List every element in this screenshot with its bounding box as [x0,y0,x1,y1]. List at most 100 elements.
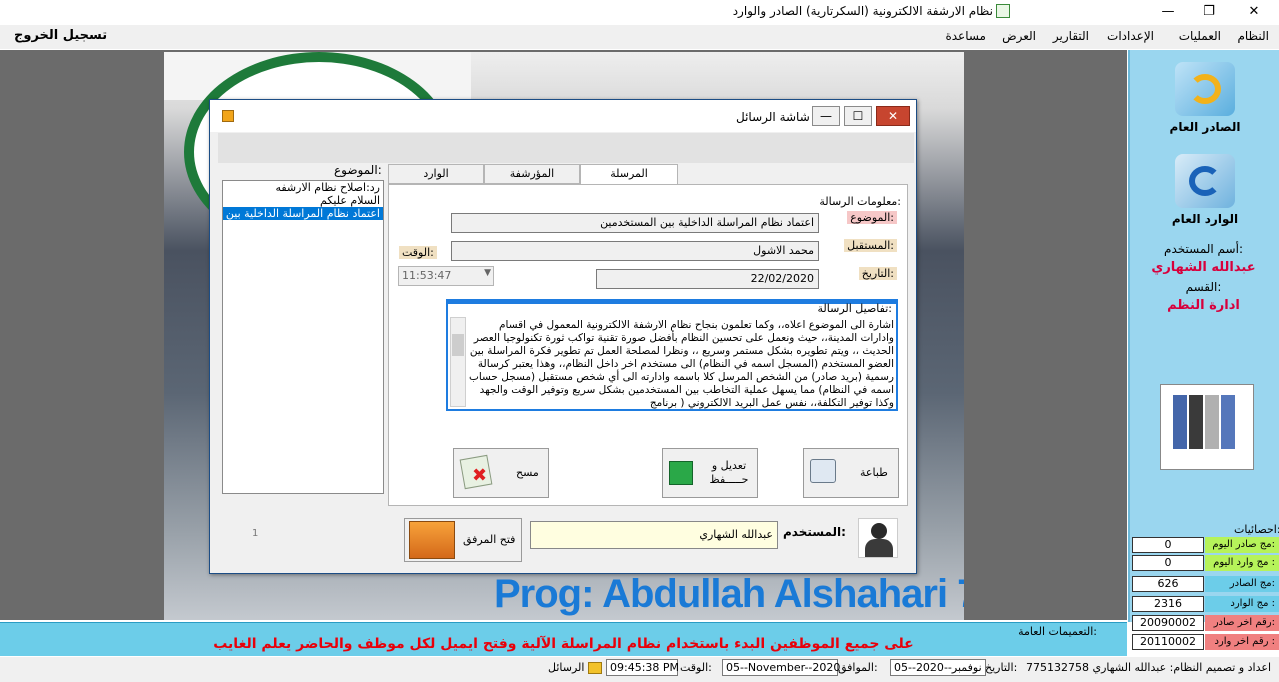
menu-reports[interactable]: التقارير [1053,29,1089,43]
incoming-arrow-icon [1175,154,1235,208]
open-attachment-label: فتح المرفق [463,533,516,546]
page-counter: 1 [252,528,259,539]
outgoing-button[interactable]: الصادر العام [1160,62,1250,140]
user-label: المستخدم: [783,525,846,539]
print-label: طباعة [860,466,888,479]
user-field[interactable]: عبدالله الشهاري [530,521,778,549]
stat-value-total-in: 2316 [1132,596,1204,612]
user-avatar-icon [858,518,898,558]
stat-label-total-out: مج الصادر: [1205,576,1279,592]
stat-label-total-in: مج الوارد : [1205,596,1279,612]
delete-button[interactable]: ✖ مسح [453,448,549,498]
dialog-header-band [218,133,914,163]
menu-bar: النظام العمليات الإعدادات التقارير العرض… [0,25,1279,49]
dialog-title-bar: شاشة الرسائل — ☐ ✕ [210,100,916,132]
time-picker[interactable]: 11:53:47 ▼ [398,266,494,286]
announcements-text: على جميع الموظفين البدء باستخدام نظام ال… [213,636,914,652]
stat-value-last-in: 20110002 [1132,634,1204,650]
open-attachment-button[interactable]: فتح المرفق [404,518,522,562]
details-scrollbar[interactable] [450,317,466,407]
print-button[interactable]: طباعة [803,448,899,498]
username-label: أسم المستخدم: [1164,242,1243,256]
app-icon [996,4,1010,18]
time-value: 09:45:38 PM [606,659,679,676]
menu-help[interactable]: مساعدة [945,29,986,43]
dialog-maximize-button[interactable]: ☐ [844,106,872,126]
stats-title: احصائيات: [1234,523,1279,536]
subject-field-label: الموضوع: [847,211,897,224]
mail-envelope-icon[interactable] [588,662,602,674]
date-field-label: التاريخ: [858,267,897,280]
department-label: القسم: [1185,280,1222,294]
minimize-button[interactable]: — [1146,2,1190,22]
attachment-icon [409,521,455,559]
subject-item[interactable]: رد:اصلاح نظام الارشفه [223,181,383,194]
announcements-bar: التعميمات العامة: على جميع الموظفين البد… [0,622,1127,656]
menu-operations[interactable]: العمليات [1179,29,1221,43]
subject-item-selected[interactable]: اعتماد نظام المراسلة الداخلية بين [223,207,383,220]
stat-label-last-in: رقم اخر وارد : [1205,634,1279,650]
details-box: تفاصيل الرسالة: اشارة الى الموضوع اعلاه،… [446,299,898,411]
edit-save-button[interactable]: تعديل و حـــــفظ [662,448,758,498]
receiver-label: المستقبل: [844,239,897,252]
tab-inbox[interactable]: الوارد [388,164,484,184]
equiv-date-value: 05--November--2020 [722,659,840,676]
date-value: 05--نوفمبر--2020 [890,659,986,676]
menu-settings[interactable]: الإعدادات [1107,29,1154,43]
restore-button[interactable]: ❐ [1187,2,1231,22]
date-label: التاريخ: [985,661,1018,674]
logout-button[interactable]: تسجيل الخروج [14,28,107,43]
messages-dialog: شاشة الرسائل — ☐ ✕ الموضوع: رد:اصلاح نظا… [209,99,917,574]
status-bar: اعداد و تصميم النظام: عبدالله الشهاري 77… [0,657,1279,682]
chevron-down-icon: ▼ [484,268,491,278]
credit-text: اعداد و تصميم النظام: عبدالله الشهاري 77… [1025,661,1271,674]
details-header: تفاصيل الرسالة: [448,301,896,315]
menu-system[interactable]: النظام [1237,29,1269,43]
subjects-list[interactable]: رد:اصلاح نظام الارشفه السلام عليكم اعتما… [222,180,384,494]
messages-link[interactable]: الرسائل [548,661,584,674]
department-value: ادارة النظم [1167,298,1240,313]
close-button[interactable]: ✕ [1232,2,1276,22]
dialog-app-icon [222,110,234,122]
stat-value-last-out: 20090002 [1132,615,1204,631]
tab-sent[interactable]: المرسلة [580,164,678,185]
incoming-label: الوارد العام [1171,212,1239,226]
time-field-label: الوقت: [399,246,437,259]
subject-item[interactable]: السلام عليكم [223,194,383,207]
programmer-credit: Prog: Abdullah Alshahari 775132758 [494,572,964,616]
title-bar: — ❐ ✕ نظام الارشفة الالكترونية (السكرتار… [0,0,1279,24]
printer-icon [810,459,836,483]
subjects-label: الموضوع: [334,163,382,177]
username-value: عبدالله الشهاري [1151,260,1256,275]
stat-value-today-in: 0 [1132,555,1204,571]
scrollbar-thumb[interactable] [452,334,464,356]
outgoing-label: الصادر العام [1169,120,1241,134]
time-label: الوقت: [680,661,712,674]
archive-binders-image [1160,384,1254,470]
outgoing-arrow-icon [1175,62,1235,116]
details-label: تفاصيل الرسالة: [817,302,892,315]
incoming-button[interactable]: الوارد العام [1160,154,1250,232]
dialog-minimize-button[interactable]: — [812,106,840,126]
red-x-icon: ✖ [472,465,488,486]
stat-label-today-in: مج وارد اليوم : [1205,555,1279,571]
subject-field[interactable]: اعتماد نظام المراسلة الداخلية بين المستخ… [451,213,819,233]
dialog-title: شاشة الرسائل [736,110,810,124]
stat-value-total-out: 626 [1132,576,1204,592]
delete-label: مسح [516,466,539,479]
menu-view[interactable]: العرض [1002,29,1036,43]
message-info-label: معلومات الرسالة: [819,195,901,208]
stat-value-today-out: 0 [1132,537,1204,553]
stat-label-today-out: مج صادر اليوم: [1205,537,1279,553]
time-value: 11:53:47 [402,269,452,282]
dialog-close-button[interactable]: ✕ [876,106,910,126]
details-text[interactable]: اشارة الى الموضوع اعلاه،، وكما تعلمون بن… [466,319,894,409]
edit-save-label: تعديل و حـــــفظ [709,459,749,486]
tab-archived[interactable]: المؤرشفة [484,164,580,184]
floppy-disk-icon [669,461,693,485]
date-field[interactable]: 22/02/2020 [596,269,819,289]
equiv-date-label: الموافق: [838,661,878,674]
receiver-field[interactable]: محمد الاشول [451,241,819,261]
stat-label-last-out: رقم اخر صادر: [1205,615,1279,631]
window-title: نظام الارشفة الالكترونية (السكرتارية) ال… [732,4,993,18]
